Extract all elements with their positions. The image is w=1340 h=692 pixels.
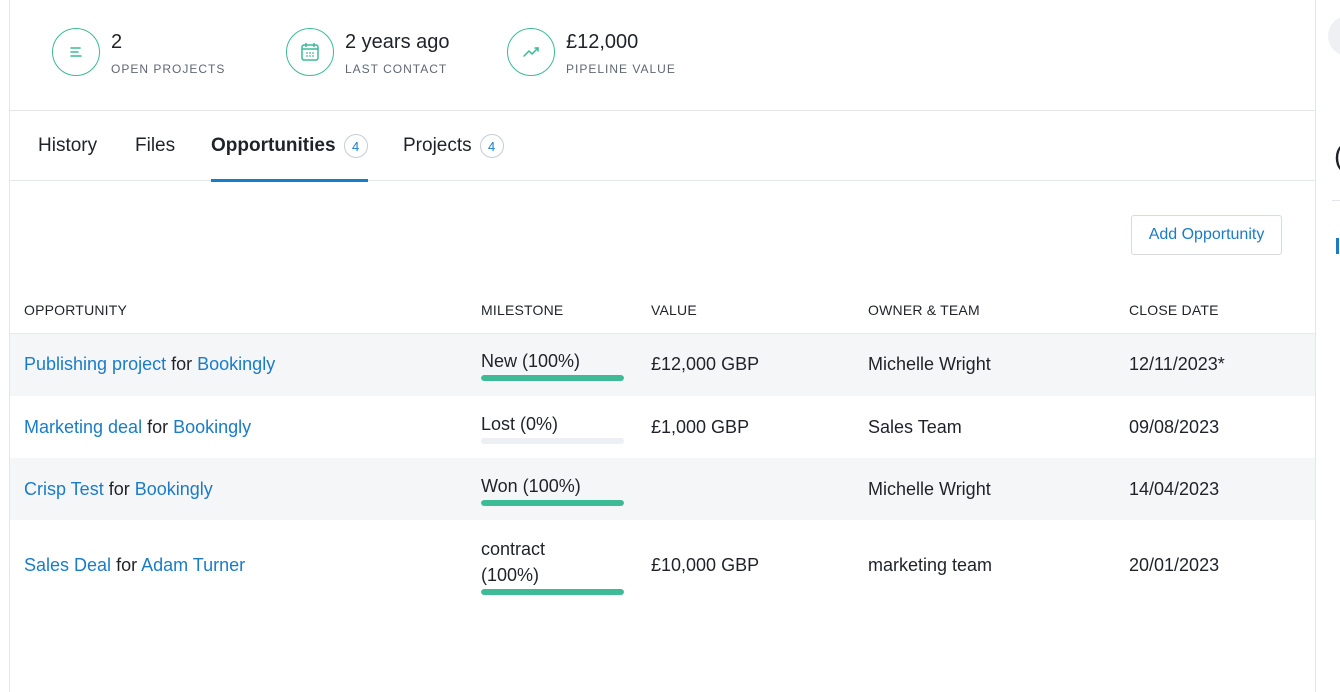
tab-bar: History Files Opportunities 4 Projects 4 [10, 111, 1315, 182]
for-text: for [116, 555, 138, 575]
table-row: Publishing project for Bookingly New (10… [10, 334, 1315, 396]
add-opportunity-button[interactable]: Add Opportunity [1131, 215, 1282, 255]
close-date-cell: 09/08/2023 [1129, 417, 1220, 437]
stat-label: OPEN PROJECTS [111, 62, 226, 76]
milestone-label: Lost (0%) [481, 414, 559, 434]
tab-opportunities[interactable]: Opportunities 4 [211, 111, 368, 182]
tab-label: History [38, 135, 98, 156]
milestone-cell: New (100%) [481, 348, 624, 381]
stat-label: PIPELINE VALUE [566, 62, 676, 76]
tab-label: Projects [403, 135, 472, 156]
trend-icon [507, 28, 555, 76]
for-text: for [108, 479, 130, 499]
opportunity-cell: Marketing deal for Bookingly [24, 414, 251, 440]
tab-label: Files [135, 135, 176, 156]
milestone-progress-bar [481, 375, 624, 381]
table-row: Sales Deal for Adam Turner contract (100… [10, 520, 1315, 610]
organisation-link[interactable]: Bookingly [197, 354, 275, 374]
owner-cell: Sales Team [868, 417, 962, 437]
lines-icon [52, 28, 100, 76]
stat-value: 2 years ago [345, 31, 450, 53]
opportunity-cell: Sales Deal for Adam Turner [24, 552, 245, 578]
table-row: Marketing deal for Bookingly Lost (0%) £… [10, 396, 1315, 458]
tab-count-badge: 4 [343, 134, 368, 158]
opportunity-link[interactable]: Sales Deal [24, 555, 111, 575]
stat-value: 2 [111, 31, 123, 53]
stat-value: £12,000 [566, 31, 639, 53]
opportunity-cell: Crisp Test for Bookingly [24, 476, 213, 502]
milestone-progress-bar [481, 500, 624, 506]
milestone-cell: contract (100%) [481, 536, 624, 595]
owner-cell: Michelle Wright [868, 479, 991, 499]
stats-bar: 2 OPEN PROJECTS 2 years ago LAST CONTACT… [10, 0, 1315, 111]
opportunity-link[interactable]: Crisp Test [24, 479, 104, 499]
progress-fill [481, 375, 624, 381]
for-text: for [147, 417, 169, 437]
organisation-link[interactable]: Bookingly [173, 417, 251, 437]
opportunity-cell: Publishing project for Bookingly [24, 351, 275, 377]
for-text: for [171, 354, 193, 374]
value-cell: £1,000 GBP [651, 417, 750, 437]
tab-count-badge: 4 [479, 134, 504, 158]
tab-files[interactable]: Files [135, 111, 175, 181]
organisation-link[interactable]: Bookingly [135, 479, 213, 499]
side-panel-edge: ( [1316, 0, 1340, 692]
table-row: Crisp Test for Bookingly Won (100%) Mich… [10, 458, 1315, 520]
owner-cell: marketing team [868, 555, 993, 575]
opportunities-panel: 2 OPEN PROJECTS 2 years ago LAST CONTACT… [9, 0, 1316, 692]
column-header-opportunity[interactable]: OPPORTUNITY [24, 302, 127, 318]
milestone-cell: Lost (0%) [481, 411, 624, 444]
milestone-progress-bar [481, 438, 624, 444]
opportunity-link[interactable]: Publishing project [24, 354, 166, 374]
calendar-icon [286, 28, 334, 76]
milestone-cell: Won (100%) [481, 473, 624, 506]
progress-fill [481, 500, 624, 506]
close-date-cell: 14/04/2023 [1129, 479, 1220, 499]
milestone-label: contract [481, 539, 546, 559]
milestone-label: Won (100%) [481, 476, 581, 496]
milestone-progress-bar [481, 589, 624, 595]
column-header-milestone[interactable]: MILESTONE [481, 302, 563, 318]
side-panel-heading: ( [1334, 142, 1340, 170]
opportunity-link[interactable]: Marketing deal [24, 417, 142, 437]
stat-label: LAST CONTACT [345, 62, 448, 76]
milestone-label: New (100%) [481, 351, 581, 371]
tab-label: Opportunities [211, 135, 336, 156]
milestone-percent: (100%) [481, 565, 540, 585]
tab-projects[interactable]: Projects 4 [403, 111, 504, 181]
contact-link[interactable]: Adam Turner [141, 555, 245, 575]
close-date-cell: 20/01/2023 [1129, 555, 1220, 575]
value-cell: £12,000 GBP [651, 354, 760, 374]
column-header-owner[interactable]: OWNER & TEAM [868, 302, 980, 318]
divider [1332, 200, 1340, 201]
column-header-close-date[interactable]: CLOSE DATE [1129, 302, 1219, 318]
owner-cell: Michelle Wright [868, 354, 991, 374]
table-header: OPPORTUNITY MILESTONE VALUE OWNER & TEAM… [10, 290, 1315, 334]
avatar[interactable] [1328, 16, 1340, 56]
side-panel-link[interactable] [1336, 238, 1339, 254]
close-date-cell: 12/11/2023* [1129, 354, 1225, 374]
value-cell: £10,000 GBP [651, 555, 760, 575]
tab-history[interactable]: History [38, 111, 97, 181]
column-header-value[interactable]: VALUE [651, 302, 697, 318]
progress-fill [481, 589, 624, 595]
